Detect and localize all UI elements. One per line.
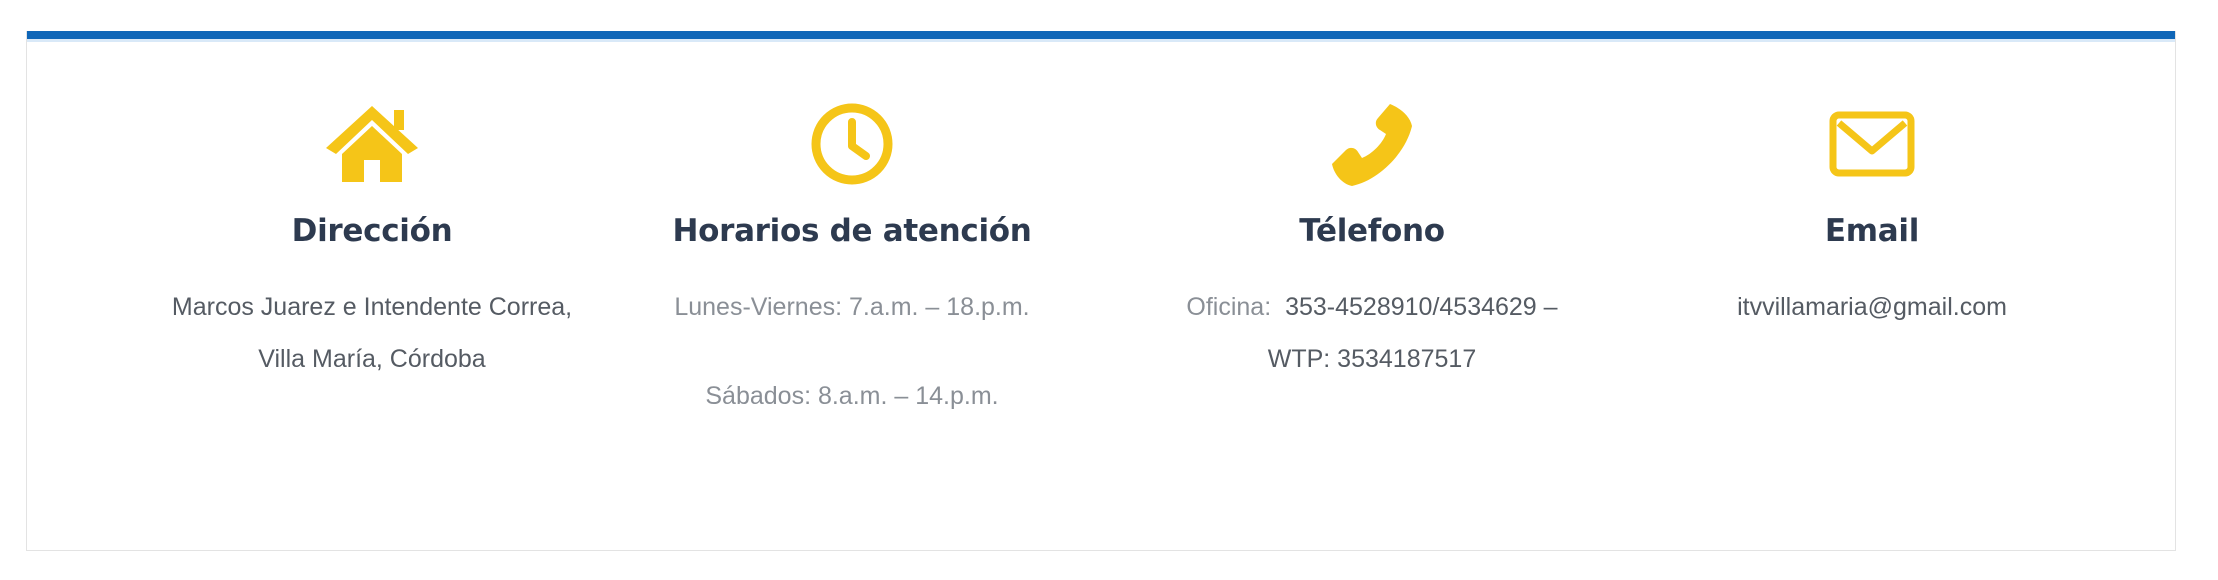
hours-saturday: Sábados: 8.a.m. – 14.p.m.	[705, 382, 999, 410]
hours-column: Horarios de atención Lunes-Viernes: 7.a.…	[592, 99, 1112, 422]
phone-icon	[1332, 104, 1412, 186]
email-title: Email	[1824, 213, 1920, 249]
hours-weekdays: Lunes-Viernes: 7.a.m. – 18.p.m.	[674, 293, 1030, 321]
clock-icon	[811, 103, 893, 185]
contact-info-panel: Dirección Marcos Juarez e Intendente Cor…	[26, 31, 2176, 551]
phone-office-line: Oficina: 353-4528910/4534629 –	[1112, 281, 1632, 333]
address-title: Dirección	[291, 213, 453, 249]
phone-text: Oficina: 353-4528910/4534629 – WTP: 3534…	[1112, 281, 1632, 385]
hours-text: Lunes-Viernes: 7.a.m. – 18.p.m. Sábados:…	[592, 281, 1112, 422]
address-column: Dirección Marcos Juarez e Intendente Cor…	[112, 99, 632, 385]
top-accent-bar	[27, 31, 2175, 39]
phone-office-label: Oficina:	[1186, 293, 1272, 321]
address-line-2: Villa María, Córdoba	[258, 345, 486, 373]
phone-title: Télefono	[1299, 213, 1445, 249]
top-accent-bar-shadow	[27, 39, 2175, 42]
phone-column: Télefono Oficina: 353-4528910/4534629 – …	[1112, 99, 1632, 385]
phone-whatsapp[interactable]: WTP: 3534187517	[1112, 333, 1632, 385]
email-text: itvvillamaria@gmail.com	[1612, 281, 2132, 333]
address-line-1: Marcos Juarez e Intendente Correa,	[171, 293, 573, 321]
email-address[interactable]: itvvillamaria@gmail.com	[1612, 281, 2132, 333]
address-text: Marcos Juarez e Intendente Correa, Villa…	[112, 281, 632, 385]
phone-office-number[interactable]: 353-4528910/4534629 –	[1285, 293, 1558, 321]
hours-title: Horarios de atención	[672, 213, 1032, 249]
envelope-icon	[1829, 111, 1915, 177]
home-icon	[326, 106, 418, 182]
email-column: Email itvvillamaria@gmail.com	[1612, 99, 2132, 333]
